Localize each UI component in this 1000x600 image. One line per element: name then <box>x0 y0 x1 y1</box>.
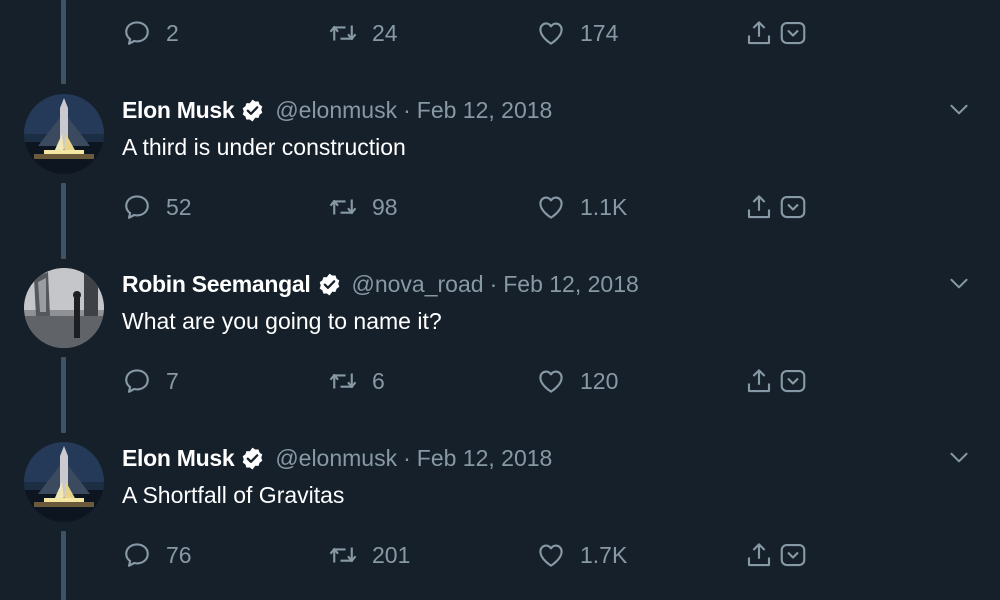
tweet-header: Elon Musk @elonmusk · Feb 12, 2018 <box>122 94 552 126</box>
tweet-date[interactable]: Feb 12, 2018 <box>503 271 639 298</box>
reply-icon <box>122 192 152 222</box>
reply-button[interactable]: 76 <box>122 538 192 572</box>
user-handle[interactable]: @elonmusk <box>275 445 397 472</box>
share-button[interactable] <box>744 364 812 398</box>
tweet-actions: 7 6 120 <box>122 364 822 398</box>
tweet-date[interactable]: Feb 12, 2018 <box>417 445 553 472</box>
tweet-actions: 52 98 1.1K <box>122 190 822 224</box>
thread-connector-line <box>61 0 66 84</box>
like-button[interactable]: 1.1K <box>536 190 627 224</box>
retweet-button[interactable]: 201 <box>328 538 410 572</box>
reply-button[interactable]: 7 <box>122 364 179 398</box>
share-icon <box>744 192 774 222</box>
tweet-actions: 76 201 1.7K <box>122 538 822 572</box>
retweet-icon <box>328 192 358 222</box>
user-handle[interactable]: @elonmusk <box>275 97 397 124</box>
share-button[interactable] <box>744 16 812 50</box>
chevron-down-icon[interactable] <box>946 270 972 296</box>
like-button[interactable]: 1.7K <box>536 538 627 572</box>
bookmark-icon <box>778 192 808 222</box>
verified-icon <box>240 446 265 471</box>
tweet-thread: 2 24 174 Elon Musk @elonmusk · Feb 12, 2… <box>0 0 1000 600</box>
avatar[interactable] <box>24 442 104 522</box>
like-count: 1.7K <box>580 541 628 568</box>
share-icon <box>744 366 774 396</box>
retweet-count: 24 <box>372 19 398 46</box>
like-count: 1.1K <box>580 193 628 220</box>
thread-connector-line <box>61 183 66 259</box>
separator-dot: · <box>403 96 411 123</box>
tweet-text: What are you going to name it? <box>122 308 442 334</box>
reply-count: 52 <box>166 193 192 220</box>
reply-icon <box>122 18 152 48</box>
separator-dot: · <box>489 270 498 297</box>
display-name[interactable]: Elon Musk <box>122 445 235 472</box>
like-count: 120 <box>580 367 619 394</box>
retweet-button[interactable]: 6 <box>328 364 385 398</box>
like-icon <box>536 192 566 222</box>
retweet-icon <box>328 540 358 570</box>
retweet-button[interactable]: 98 <box>328 190 398 224</box>
like-count: 174 <box>580 19 619 46</box>
verified-icon <box>317 272 342 297</box>
reply-button[interactable]: 2 <box>122 16 179 50</box>
tweet-text: A third is under construction <box>122 134 406 160</box>
tweet-actions: 2 24 174 <box>122 16 822 50</box>
chevron-down-icon[interactable] <box>946 96 972 122</box>
retweet-icon <box>328 18 358 48</box>
reply-count: 2 <box>166 19 179 46</box>
retweet-icon <box>328 366 358 396</box>
retweet-button[interactable]: 24 <box>328 16 398 50</box>
reply-count: 76 <box>166 541 192 568</box>
retweet-count: 98 <box>372 193 398 220</box>
avatar[interactable] <box>24 94 104 174</box>
bookmark-icon <box>778 366 808 396</box>
share-icon <box>744 540 774 570</box>
display-name[interactable]: Elon Musk <box>122 97 235 124</box>
thread-connector-line <box>61 531 66 600</box>
share-button[interactable] <box>744 190 812 224</box>
separator-dot: · <box>403 444 411 471</box>
thread-connector-line <box>61 357 66 433</box>
retweet-count: 6 <box>372 367 385 394</box>
reply-icon <box>122 540 152 570</box>
tweet-date[interactable]: Feb 12, 2018 <box>417 97 553 124</box>
retweet-count: 201 <box>372 541 411 568</box>
like-icon <box>536 18 566 48</box>
like-icon <box>536 366 566 396</box>
bookmark-icon <box>778 540 808 570</box>
display-name[interactable]: Robin Seemangal <box>122 271 311 298</box>
user-handle[interactable]: @nova_road <box>352 271 484 298</box>
share-button[interactable] <box>744 538 812 572</box>
chevron-down-icon[interactable] <box>946 444 972 470</box>
reply-button[interactable]: 52 <box>122 190 192 224</box>
tweet-header: Elon Musk @elonmusk · Feb 12, 2018 <box>122 442 552 474</box>
reply-count: 7 <box>166 367 179 394</box>
tweet-header: Robin Seemangal @nova_road · Feb 12, 201… <box>122 268 639 300</box>
bookmark-icon <box>778 18 808 48</box>
reply-icon <box>122 366 152 396</box>
like-icon <box>536 540 566 570</box>
like-button[interactable]: 120 <box>536 364 618 398</box>
share-icon <box>744 18 774 48</box>
verified-icon <box>240 98 265 123</box>
avatar[interactable] <box>24 268 104 348</box>
tweet-text: A Shortfall of Gravitas <box>122 482 345 508</box>
like-button[interactable]: 174 <box>536 16 618 50</box>
